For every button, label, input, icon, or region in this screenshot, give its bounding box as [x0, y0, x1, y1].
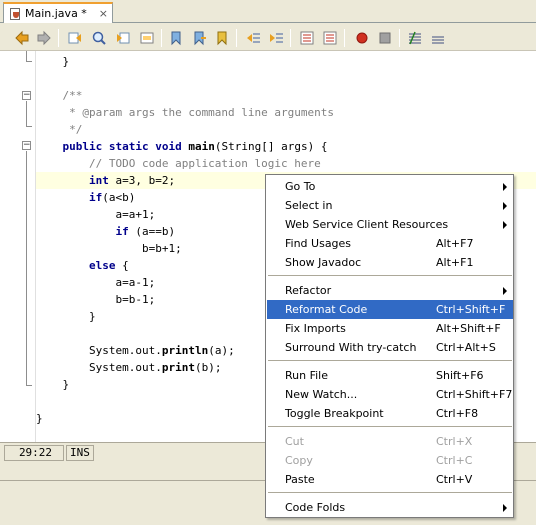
editor-toolbar — [0, 24, 536, 51]
forward-icon[interactable] — [34, 28, 54, 48]
menu-item-web-service-client-resources[interactable]: Web Service Client Resources — [267, 215, 513, 234]
caret-position: 29:22 — [4, 445, 64, 461]
menu-item-run-file[interactable]: Run File Shift+F6 — [267, 366, 513, 385]
code-line[interactable]: // TODO code application logic here — [36, 155, 536, 172]
editor-tab-strip: Main.java * × — [0, 0, 536, 23]
comment-icon[interactable] — [405, 28, 425, 48]
previous-bookmark-icon[interactable] — [166, 28, 186, 48]
submenu-arrow-icon — [503, 202, 507, 210]
find-previous-icon[interactable] — [65, 28, 85, 48]
record-macro-icon[interactable] — [320, 28, 340, 48]
menu-separator — [268, 360, 512, 361]
shift-right-icon[interactable] — [266, 28, 286, 48]
menu-item-select-in[interactable]: Select in — [267, 196, 513, 215]
tab-main-java[interactable]: Main.java * × — [3, 2, 113, 23]
tab-title: Main.java * — [25, 7, 87, 20]
shift-left-icon[interactable] — [243, 28, 263, 48]
menu-item-fix-imports[interactable]: Fix Imports Alt+Shift+F — [267, 319, 513, 338]
toggle-bookmark-icon[interactable] — [212, 28, 232, 48]
toggle-highlight-icon[interactable] — [137, 28, 157, 48]
stop-macro-icon[interactable] — [352, 28, 372, 48]
menu-separator — [268, 492, 512, 493]
insert-mode: INS — [66, 445, 94, 461]
menu-item-reformat-code[interactable]: Reformat Code Ctrl+Shift+F — [267, 300, 513, 319]
context-menu: Go To Select in Web Service Client Resou… — [265, 174, 514, 518]
menu-item-toggle-breakpoint[interactable]: Toggle Breakpoint Ctrl+F8 — [267, 404, 513, 423]
tab-close-icon[interactable]: × — [99, 7, 108, 20]
code-line[interactable]: } — [36, 53, 536, 70]
uncomment-icon[interactable] — [428, 28, 448, 48]
menu-item-refactor[interactable]: Refactor — [267, 281, 513, 300]
start-macro-icon[interactable] — [297, 28, 317, 48]
menu-item-paste[interactable]: Paste Ctrl+V — [267, 470, 513, 489]
menu-item-surround-with-try-catch[interactable]: Surround With try-catch Ctrl+Alt+S — [267, 338, 513, 357]
fold-collapse-icon[interactable]: − — [22, 141, 31, 150]
fold-collapse-icon[interactable]: − — [22, 91, 31, 100]
back-icon[interactable] — [12, 28, 32, 48]
code-line[interactable]: */ — [36, 121, 536, 138]
submenu-arrow-icon — [503, 183, 507, 191]
menu-separator — [268, 426, 512, 427]
submenu-arrow-icon — [503, 504, 507, 512]
code-line[interactable]: * @param args the command line arguments — [36, 104, 536, 121]
editor-gutter: − − — [0, 51, 36, 442]
code-line[interactable]: /** — [36, 87, 536, 104]
code-line[interactable]: public static void main(String[] args) { — [36, 138, 536, 155]
submenu-arrow-icon — [503, 221, 507, 229]
menu-separator — [268, 275, 512, 276]
java-file-icon — [8, 7, 22, 21]
find-icon[interactable] — [89, 28, 109, 48]
menu-item-new-watch[interactable]: New Watch... Ctrl+Shift+F7 — [267, 385, 513, 404]
menu-item-find-usages[interactable]: Find Usages Alt+F7 — [267, 234, 513, 253]
submenu-arrow-icon — [503, 287, 507, 295]
menu-item-code-folds[interactable]: Code Folds — [267, 498, 513, 517]
menu-item-copy: Copy Ctrl+C — [285, 454, 473, 467]
next-bookmark-icon[interactable] — [189, 28, 209, 48]
menu-item-show-javadoc[interactable]: Show Javadoc Alt+F1 — [267, 253, 513, 272]
find-next-icon[interactable] — [113, 28, 133, 48]
menu-item-go-to[interactable]: Go To — [267, 177, 513, 196]
menu-item-cut: Cut Ctrl+X — [285, 435, 473, 448]
playback-icon[interactable] — [375, 28, 395, 48]
